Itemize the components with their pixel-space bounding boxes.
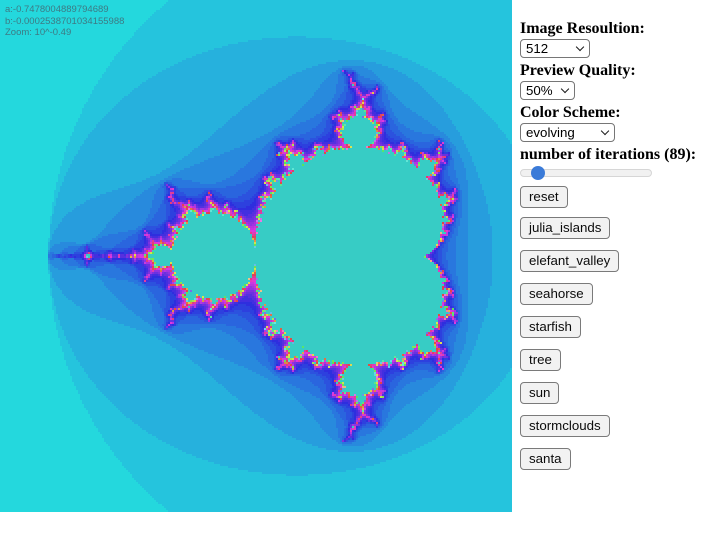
iterations-label: number of iterations (89): <box>520 147 710 163</box>
preview-quality-select[interactable]: 50% <box>520 81 575 100</box>
coordinate-b: b:-0.0002538701034155988 <box>5 16 124 28</box>
preset-button-starfish[interactable]: starfish <box>520 316 581 338</box>
resolution-select[interactable]: 512 <box>520 39 590 58</box>
preset-button-tree[interactable]: tree <box>520 349 561 371</box>
fractal-viewport[interactable]: a:-0.7478004889794689 b:-0.0002538701034… <box>0 0 512 512</box>
preset-button-seahorse[interactable]: seahorse <box>520 283 593 305</box>
fractal-canvas[interactable] <box>0 0 512 512</box>
color-scheme-select-wrap: evolving <box>520 123 615 142</box>
color-scheme-select[interactable]: evolving <box>520 123 615 142</box>
iterations-slider[interactable] <box>520 166 652 180</box>
preview-quality-label: Preview Quality: <box>520 63 710 79</box>
preset-button-sun[interactable]: sun <box>520 382 559 404</box>
coordinates-overlay: a:-0.7478004889794689 b:-0.0002538701034… <box>5 4 124 39</box>
controls-panel: Image Resoultion: 512 Preview Quality: 5… <box>520 21 710 481</box>
reset-button[interactable]: reset <box>520 186 568 208</box>
app: { "theme": { "slider_thumb": "#3b7bd8", … <box>0 0 710 550</box>
preview-quality-select-wrap: 50% <box>520 81 575 100</box>
color-scheme-label: Color Scheme: <box>520 105 710 121</box>
resolution-label: Image Resoultion: <box>520 21 710 37</box>
resolution-select-wrap: 512 <box>520 39 590 58</box>
preset-button-elefant-valley[interactable]: elefant_valley <box>520 250 619 272</box>
preset-button-stormclouds[interactable]: stormclouds <box>520 415 610 437</box>
coordinate-a: a:-0.7478004889794689 <box>5 4 124 16</box>
preset-button-santa[interactable]: santa <box>520 448 571 470</box>
zoom-level: Zoom: 10^-0.49 <box>5 27 124 39</box>
preset-button-julia-islands[interactable]: julia_islands <box>520 217 610 239</box>
